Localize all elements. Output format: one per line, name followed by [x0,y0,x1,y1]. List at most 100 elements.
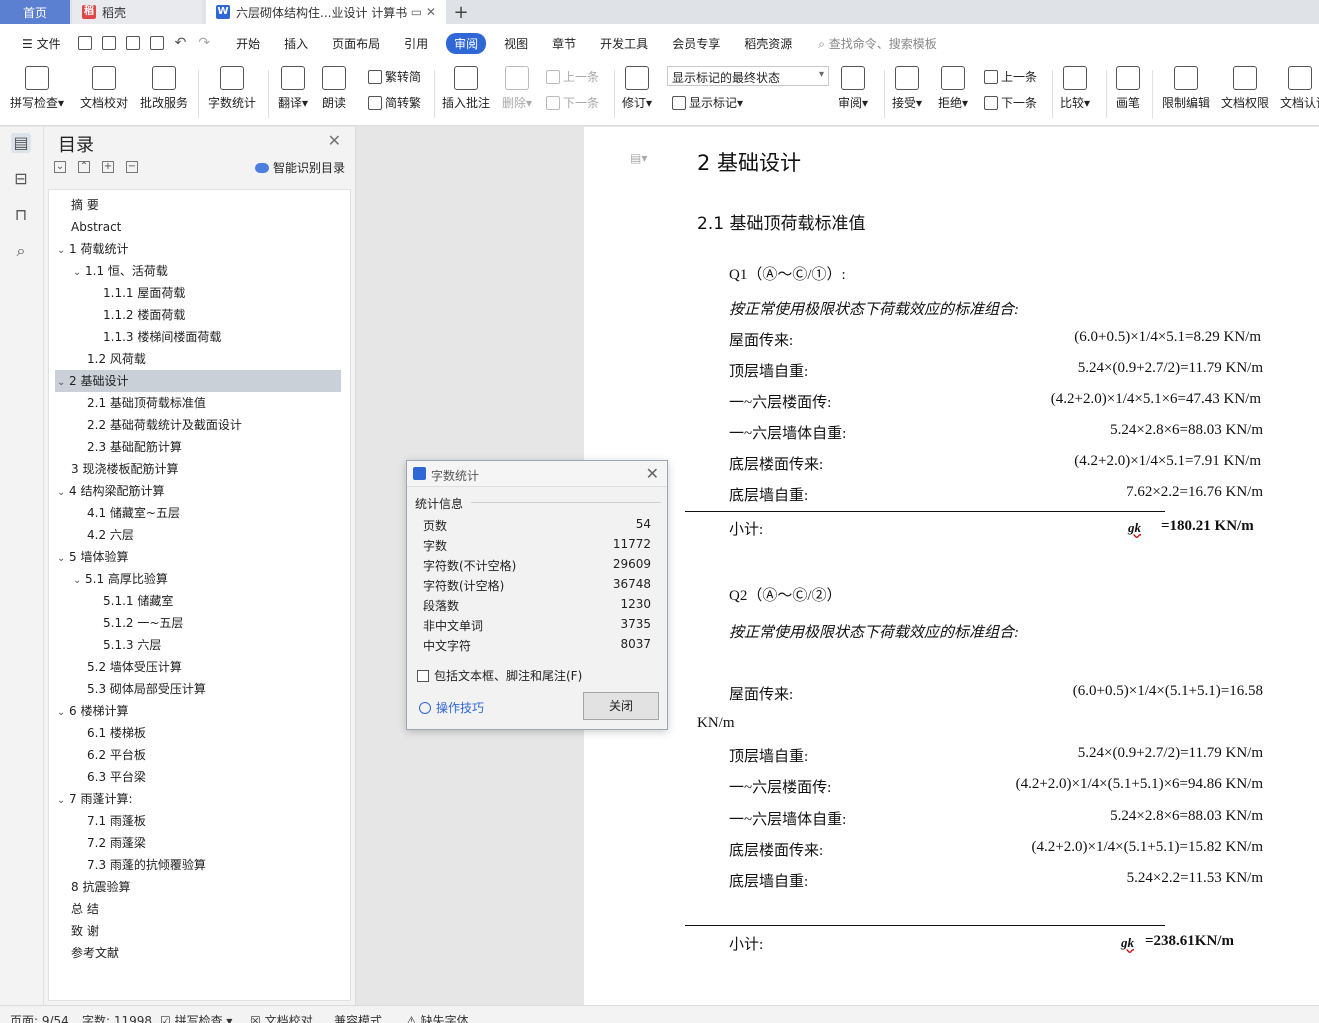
show-markup-button[interactable]: 显示标记▾ [672,94,743,111]
toc-item[interactable]: ⌄ 4 结构梁配筋计算 [55,480,341,502]
review-pane-button[interactable]: 审阅▾ [838,66,868,111]
toc-item[interactable]: 7.1 雨蓬板 [55,810,341,832]
tab-daoke[interactable]: 稻 稻壳 [72,0,202,24]
wordcount-button[interactable]: 字数统计 [208,66,256,111]
menu-insert[interactable]: 插入 [284,35,308,52]
review-service-button[interactable]: 批改服务 [140,66,188,111]
pen-button[interactable]: 画笔 [1116,66,1140,111]
add-heading-icon[interactable]: + [102,161,114,173]
menu-review[interactable]: 审阅 [446,32,487,54]
menu-daoke-resources[interactable]: 稻壳资源 [744,35,792,52]
export-icon[interactable] [101,36,116,50]
toc-item[interactable]: 参考文献 [55,942,341,964]
accept-button[interactable]: 接受▾ [892,66,922,111]
toc-item[interactable]: 4.1 储藏室~五层 [55,502,341,524]
tab-close-icon[interactable]: ▭ ✕ [411,5,436,19]
close-icon[interactable]: ✕ [646,464,659,483]
tab-home[interactable]: 首页 [0,0,70,24]
close-button[interactable]: 关闭 [583,692,659,720]
print-icon[interactable] [125,36,140,50]
doccheck-status[interactable]: ☒ 文档校对 [250,1012,313,1023]
menu-layout[interactable]: 页面布局 [332,35,380,52]
undo-icon[interactable]: ↶ [175,35,187,51]
toc-item[interactable]: ⌄ 2 基础设计 [55,370,341,392]
chevron-down-icon[interactable]: ⌄ [57,240,69,262]
spellcheck-status[interactable]: ☑ 拼写检查 ▾ [160,1012,232,1023]
chevron-down-icon[interactable]: ⌄ [57,702,69,724]
track-changes-button[interactable]: 修订▾ [622,66,652,111]
close-icon[interactable]: ✕ [328,131,341,150]
menu-chapter[interactable]: 章节 [552,35,576,52]
toc-item[interactable]: 2.1 基础顶荷载标准值 [55,392,341,414]
permission-button[interactable]: 文档权限 [1221,66,1269,111]
read-aloud-button[interactable]: 朗读 [322,66,346,111]
toc-item[interactable]: ⌄ 5.1 高厚比验算 [55,568,341,590]
chevron-down-icon[interactable]: ⌄ [73,262,85,284]
toc-item[interactable]: 3 现浇楼板配筋计算 [55,458,341,480]
toc-item[interactable]: 1.1.1 屋面荷载 [55,282,341,304]
bookmark-icon[interactable]: ⊓ [11,205,31,225]
chevron-down-icon[interactable]: ⌄ [57,548,69,570]
menu-reference[interactable]: 引用 [404,35,428,52]
toc-item[interactable]: 1.1.2 楼面荷载 [55,304,341,326]
new-tab-button[interactable]: + [446,0,476,24]
toc-item[interactable]: 1.2 风荷载 [55,348,341,370]
translate-button[interactable]: 翻译▾ [278,66,308,111]
toc-pane-icon[interactable]: ▤ [11,133,31,153]
toc-item[interactable]: 7.2 雨蓬梁 [55,832,341,854]
compat-mode-status[interactable]: 兼容模式 [334,1012,382,1023]
toc-item[interactable]: ⌄ 7 雨蓬计算: [55,788,341,810]
command-search[interactable]: ⌕ 查找命令、搜索模板 [818,35,937,52]
toc-item[interactable]: ⌄ 1 荷载统计 [55,238,341,260]
next-comment-button[interactable]: 下一条 [546,94,599,111]
menu-member[interactable]: 会员专享 [672,35,720,52]
toc-item[interactable]: 5.2 墙体受压计算 [55,656,341,678]
insert-comment-button[interactable]: 插入批注 [442,66,490,111]
spellcheck-button[interactable]: 拼写检查▾ [10,66,64,111]
word-count-indicator[interactable]: 字数: 11998 [82,1012,152,1023]
trad-to-simp-button[interactable]: 繁转简 [368,68,421,85]
toc-item[interactable]: 2.2 基础荷载统计及截面设计 [55,414,341,436]
menu-view[interactable]: 视图 [504,35,528,52]
toc-item[interactable]: 5.1.1 储藏室 [55,590,341,612]
collapse-all-icon[interactable]: ⌄ [54,161,66,173]
toc-item[interactable]: 摘 要 [55,194,341,216]
chevron-down-icon[interactable]: ⌄ [57,790,69,812]
toc-item[interactable]: 6.3 平台梁 [55,766,341,788]
missing-font-status[interactable]: ⚠ 缺失字体 [406,1012,469,1023]
smart-toc-button[interactable]: 智能识别目录 [254,159,345,176]
chevron-down-icon[interactable]: ⌄ [57,482,69,504]
document-page[interactable]: ▤▾ 2 基础设计 2.1 基础顶荷载标准值 Q1（Ⓐ～Ⓒ/①）: 按正常使用极… [584,127,1319,1005]
toc-item[interactable]: ⌄ 1.1 恒、活荷载 [55,260,341,282]
markup-state-select[interactable]: 显示标记的最终状态 [667,66,829,86]
preview-icon[interactable] [149,36,164,50]
menu-start[interactable]: 开始 [236,35,260,52]
simp-to-trad-button[interactable]: 简转繁 [368,94,421,111]
doccheck-button[interactable]: 文档校对 [80,66,128,111]
menu-devtools[interactable]: 开发工具 [600,35,648,52]
toc-item[interactable]: 1.1.3 楼梯间楼面荷载 [55,326,341,348]
toc-item[interactable]: 8 抗震验算 [55,876,341,898]
reject-button[interactable]: 拒绝▾ [938,66,968,111]
include-textbox-checkbox[interactable]: 包括文本框、脚注和尾注(F) [417,667,582,684]
toc-item[interactable]: 5.3 砌体局部受压计算 [55,678,341,700]
page-indicator[interactable]: 页面: 9/54 [10,1012,69,1023]
compare-button[interactable]: 比较▾ [1060,66,1090,111]
find-icon[interactable]: ⌕ [11,241,31,261]
chapter-nav-icon[interactable]: ⊟ [11,169,31,189]
restrict-edit-button[interactable]: 限制编辑 [1162,66,1210,111]
tips-link[interactable]: 操作技巧 [419,699,484,716]
save-icon[interactable] [77,36,92,50]
toc-item[interactable]: 2.3 基础配筋计算 [55,436,341,458]
toc-item[interactable]: 5.1.2 一~五层 [55,612,341,634]
next-change-button[interactable]: 下一条 [984,94,1037,111]
toc-item[interactable]: 4.2 六层 [55,524,341,546]
toc-item[interactable]: 7.3 雨蓬的抗倾覆验算 [55,854,341,876]
chevron-down-icon[interactable]: ⌄ [73,570,85,592]
toc-item[interactable]: 致 谢 [55,920,341,942]
prev-change-button[interactable]: 上一条 [984,68,1037,85]
expand-up-icon[interactable]: ⌃ [78,161,90,173]
toc-item[interactable]: Abstract [55,216,341,238]
file-menu[interactable]: ☰ 文件 [22,35,61,52]
delete-comment-button[interactable]: 删除▾ [502,66,532,111]
